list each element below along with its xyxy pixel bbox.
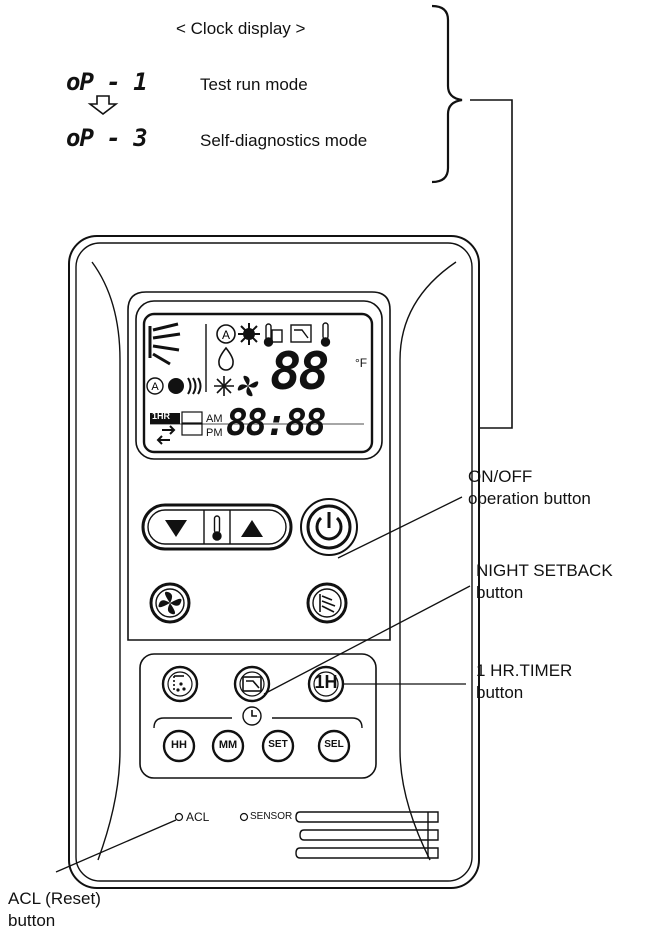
hh-button[interactable]: HH — [164, 739, 194, 751]
lcd-time-digits: 88:88 — [226, 403, 326, 444]
acl-reset-button[interactable] — [173, 811, 185, 823]
cool-mode-icon — [214, 376, 234, 396]
self-diag-code: oP - 3 — [66, 124, 148, 152]
one-hour-timer-button[interactable]: 1H — [309, 672, 343, 693]
test-run-code: oP - 1 — [66, 68, 148, 96]
heat-mode-icon — [238, 323, 260, 345]
lcd-am: AM — [206, 413, 223, 425]
night-callout-line2: button — [476, 583, 524, 602]
on-off-button[interactable] — [301, 499, 357, 555]
svg-text:A: A — [222, 328, 230, 342]
on-off-callout-line1: ON/OFF — [468, 467, 533, 486]
set-button[interactable]: SET — [263, 739, 293, 750]
svg-text:A: A — [151, 381, 159, 393]
temp-down-button[interactable] — [150, 510, 204, 544]
sel-button[interactable]: SEL — [319, 739, 349, 750]
lcd-temp-digits: 88 — [270, 342, 330, 402]
temp-up-button[interactable] — [230, 510, 286, 544]
self-diag-label: Self-diagnostics mode — [200, 131, 368, 150]
night-setback-button[interactable] — [235, 667, 269, 701]
mode-brace — [431, 4, 463, 184]
test-run-label: Test run mode — [200, 75, 308, 94]
louver-button[interactable] — [308, 584, 346, 622]
night-callout-line1: NIGHT SETBACK — [476, 561, 613, 580]
acl-callout-line2: button — [8, 911, 56, 930]
fan-speed-button[interactable] — [151, 584, 189, 622]
lcd-unit: °F — [355, 356, 368, 370]
display-button[interactable] — [163, 667, 197, 701]
mm-button[interactable]: MM — [213, 739, 243, 751]
lcd-one-hr: 1HR — [152, 411, 171, 421]
sensor-label: SENSOR — [250, 811, 293, 822]
on-off-callout-line2: operation button — [468, 489, 591, 508]
clock-display-label: < Clock display > — [176, 19, 306, 38]
timer-callout-line2: button — [476, 683, 524, 702]
acl-label: ACL — [186, 810, 210, 824]
lcd-pm: PM — [206, 427, 223, 439]
acl-callout-line1: ACL (Reset) — [8, 889, 101, 908]
timer-callout-line1: 1 HR.TIMER — [476, 661, 573, 680]
remote-outer-shell — [68, 235, 480, 889]
arrow-down-icon — [87, 95, 119, 116]
